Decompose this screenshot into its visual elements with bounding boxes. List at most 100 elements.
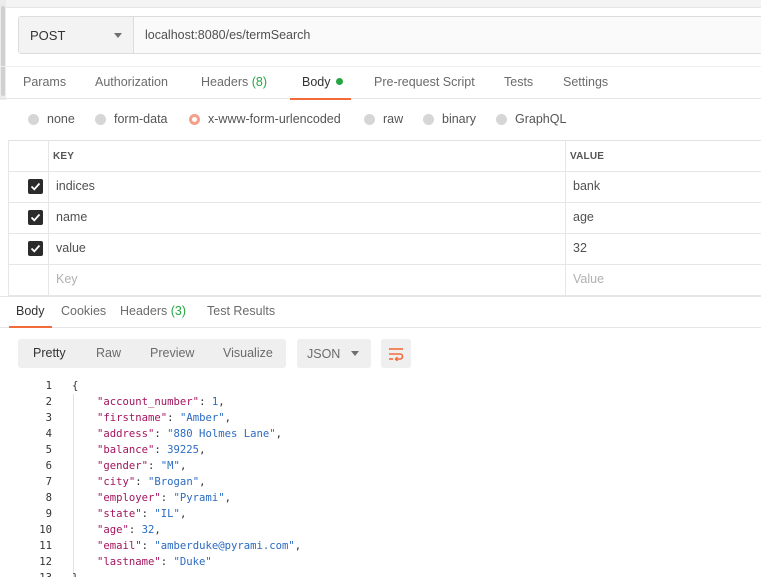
view-raw-button[interactable]: Raw — [96, 339, 121, 368]
radio-graphql-label: GraphQL — [515, 112, 567, 126]
tab-body-label: Body — [302, 75, 331, 89]
radio-graphql[interactable]: GraphQL — [496, 112, 566, 126]
request-tabs: Params Authorization Headers (8) Body Pr… — [0, 66, 761, 100]
json-key: "firstname" — [97, 412, 168, 424]
response-tab-headers[interactable]: Headers (3) — [120, 297, 186, 327]
tab-settings[interactable]: Settings — [563, 67, 608, 99]
radio-circle-icon — [496, 113, 507, 125]
chevron-down-icon — [351, 351, 359, 356]
tab-headers[interactable]: Headers (8) — [201, 67, 267, 99]
method-select[interactable]: POST — [19, 17, 134, 53]
tab-headers-label: Headers — [201, 75, 249, 89]
column-header-value: VALUE — [570, 151, 605, 162]
table-divider — [8, 141, 9, 296]
json-value: "Pyrami" — [173, 492, 225, 504]
code-line: "age": 32, — [97, 524, 161, 536]
radio-none-label: none — [47, 112, 75, 126]
response-headers-count-badge: (3) — [170, 304, 187, 318]
json-key: "lastname" — [97, 556, 161, 568]
view-visualize-button[interactable]: Visualize — [223, 339, 273, 368]
tab-params[interactable]: Params — [23, 67, 66, 99]
column-header-key: KEY — [53, 151, 75, 162]
response-tabs: Body Cookies Headers (3) Test Results — [0, 296, 761, 328]
radio-raw[interactable]: raw — [364, 112, 403, 126]
json-key: "account_number" — [97, 396, 200, 408]
checkmark-icon — [30, 213, 41, 222]
tab-tests[interactable]: Tests — [504, 67, 533, 99]
response-tab-cookies-label: Cookies — [61, 304, 107, 318]
tab-pre-request-script[interactable]: Pre-request Script — [374, 67, 475, 99]
tab-authorization[interactable]: Authorization — [95, 67, 168, 99]
response-tab-cookies[interactable]: Cookies — [61, 297, 106, 327]
line-number: 10 — [39, 524, 52, 536]
code-line: "email": "amberduke@pyrami.com", — [97, 540, 302, 552]
response-body-editor[interactable]: 1 {2 "account_number": 1, 3 "firstname": "Am… — [0, 378, 761, 577]
format-select[interactable]: JSON — [297, 339, 371, 368]
row-checkbox[interactable] — [28, 179, 43, 194]
line-number: 9 — [45, 508, 52, 520]
response-tab-test-results[interactable]: Test Results — [207, 297, 275, 327]
tab-tests-label: Tests — [504, 75, 534, 89]
format-label: JSON — [307, 346, 341, 361]
table-divider — [8, 233, 761, 234]
line-number: 1 — [45, 380, 52, 392]
radio-urlencoded[interactable]: x-www-form-urlencoded — [189, 112, 341, 126]
code-line: "city": "Brogan", — [97, 476, 206, 488]
radio-binary-label: binary — [442, 112, 477, 126]
tab-body[interactable]: Body — [290, 67, 351, 100]
radio-circle-icon — [423, 113, 434, 125]
checkmark-icon — [30, 244, 41, 253]
response-tab-body[interactable]: Body — [9, 297, 52, 328]
value-input[interactable]: Value — [573, 272, 604, 286]
code-line: "address": "880 Holmes Lane", — [97, 428, 282, 440]
json-value: 39225 — [167, 444, 200, 456]
checkmark-icon — [30, 182, 41, 191]
json-value: "amberduke@pyrami.com" — [154, 540, 295, 552]
radio-form-data[interactable]: form-data — [95, 112, 168, 126]
param-key[interactable]: name — [56, 210, 87, 224]
json-value: "Brogan" — [148, 476, 200, 488]
tab-pre-request-script-label: Pre-request Script — [374, 75, 475, 89]
json-key: "balance" — [97, 444, 155, 456]
row-checkbox[interactable] — [28, 241, 43, 256]
radio-circle-icon — [95, 113, 106, 125]
url-input[interactable]: localhost:8080/es/termSearch — [134, 17, 761, 53]
radio-form-data-label: form-data — [114, 112, 168, 126]
json-value: "Amber" — [179, 412, 225, 424]
param-key[interactable]: value — [56, 241, 86, 255]
view-pretty-button[interactable]: Pretty — [33, 339, 66, 368]
active-tab-underline — [9, 326, 52, 328]
line-number: 4 — [45, 428, 52, 440]
param-key[interactable]: indices — [56, 179, 95, 193]
row-checkbox[interactable] — [28, 210, 43, 225]
radio-circle-icon — [28, 113, 39, 125]
params-table: KEY VALUE indices bank name age value 32… — [8, 140, 761, 296]
tab-authorization-label: Authorization — [95, 75, 168, 89]
param-value[interactable]: age — [573, 210, 594, 224]
table-divider — [8, 171, 761, 172]
chevron-down-icon — [114, 32, 122, 38]
code-line: } — [72, 572, 78, 577]
wrap-lines-button[interactable] — [381, 339, 411, 368]
param-value[interactable]: bank — [573, 179, 600, 193]
line-number: 2 — [45, 396, 52, 408]
response-tab-body-label: Body — [16, 304, 45, 318]
radio-binary[interactable]: binary — [423, 112, 476, 126]
table-divider — [8, 264, 761, 265]
code-line: "employer": "Pyrami", — [97, 492, 231, 504]
code-line: "account_number": 1, — [97, 396, 225, 408]
key-input[interactable]: Key — [56, 272, 78, 286]
radio-none[interactable]: none — [28, 112, 75, 126]
wrap-lines-icon — [389, 347, 404, 361]
radio-raw-label: raw — [383, 112, 404, 126]
json-key: "city" — [97, 476, 136, 488]
view-preview-button[interactable]: Preview — [150, 339, 194, 368]
line-number: 11 — [39, 540, 52, 552]
line-number: 6 — [45, 460, 52, 472]
line-number: 13 — [30, 572, 52, 577]
param-value[interactable]: 32 — [573, 241, 587, 255]
table-divider — [8, 202, 761, 203]
json-value: "880 Holmes Lane" — [167, 428, 276, 440]
response-tab-headers-label: Headers — [120, 304, 168, 318]
radio-circle-icon — [364, 113, 375, 125]
